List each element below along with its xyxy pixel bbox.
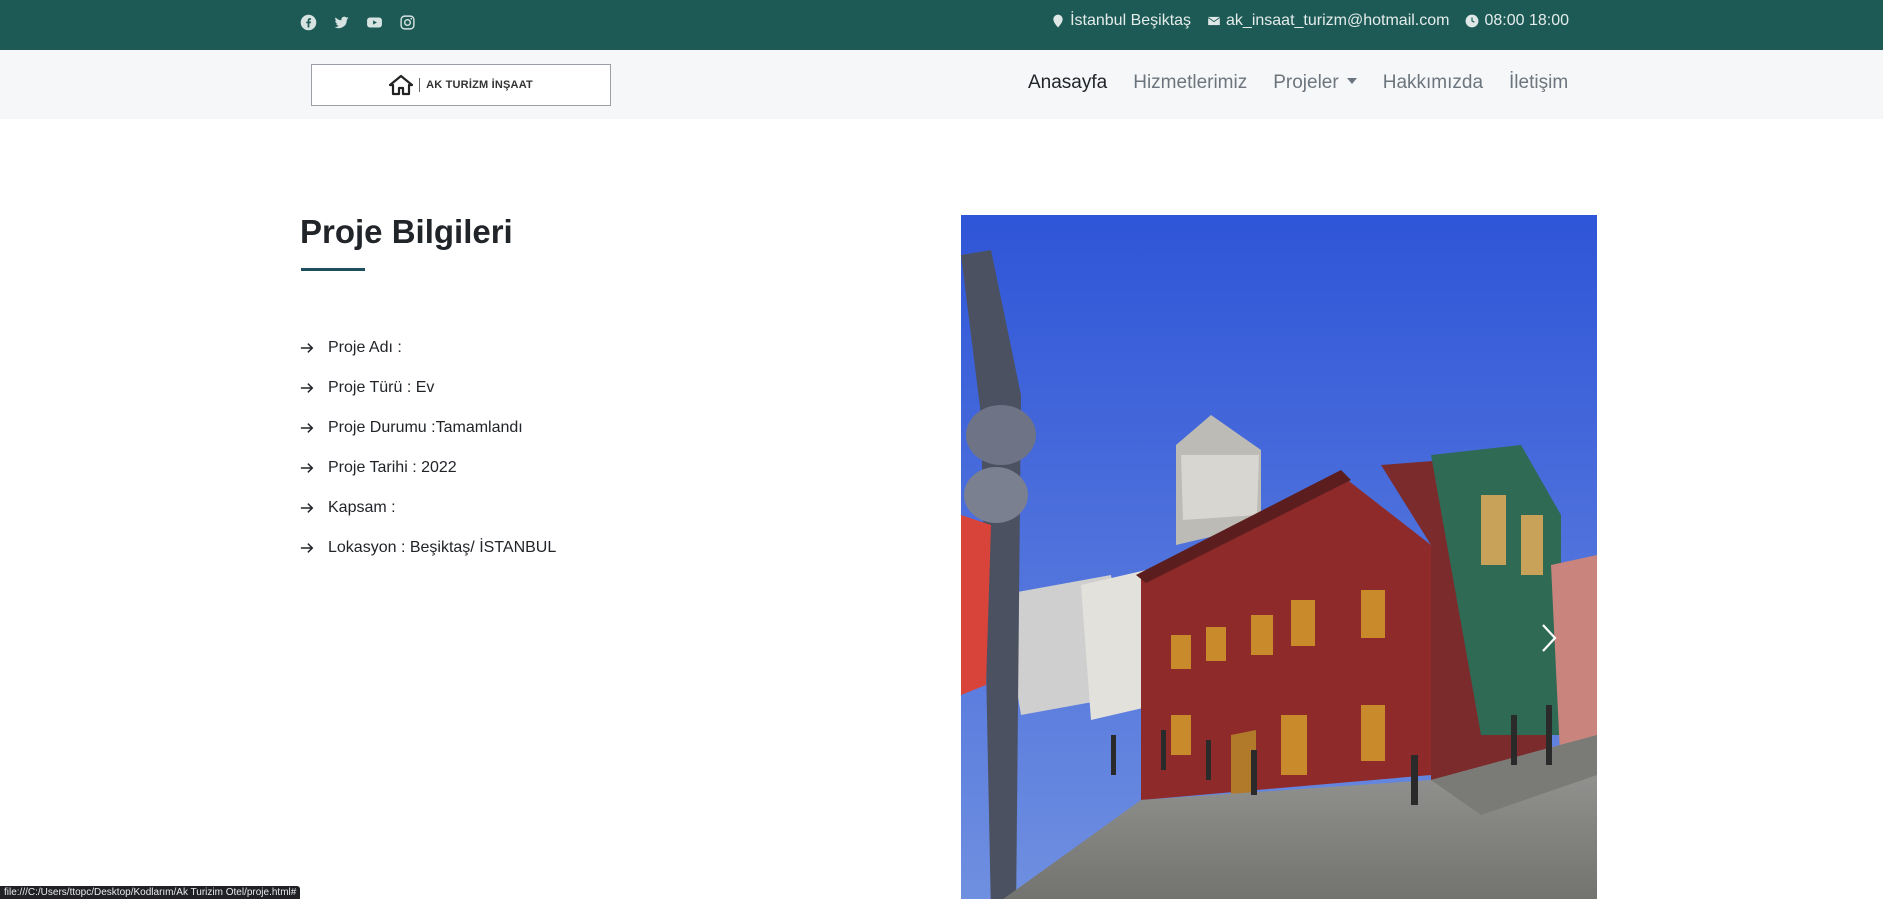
list-item: Proje Durumu :Tamamlandı: [300, 408, 556, 448]
twitter-icon[interactable]: [332, 13, 351, 32]
email-item[interactable]: ak_insaat_turizm@hotmail.com: [1207, 12, 1449, 30]
detail-project-date: Proje Tarihi : 2022: [328, 459, 457, 476]
arrow-right-icon: [300, 343, 314, 353]
location-text: İstanbul Beşiktaş: [1070, 12, 1192, 29]
detail-project-name: Proje Adı :: [328, 339, 402, 356]
detail-location: Lokasyon : Beşiktaş/ İSTANBUL: [328, 539, 557, 556]
location-item: İstanbul Beşiktaş: [1051, 12, 1191, 30]
project-photo: [961, 215, 1597, 899]
arrow-right-icon: [300, 383, 314, 393]
email-text: ak_insaat_turizm@hotmail.com: [1226, 12, 1450, 29]
contact-info: İstanbul Beşiktaş ak_insaat_turizm@hotma…: [1051, 12, 1569, 30]
arrow-right-icon: [300, 423, 314, 433]
social-links: [299, 13, 417, 32]
map-marker-icon: [1053, 14, 1063, 28]
list-item: Proje Tarihi : 2022: [300, 448, 556, 488]
arrow-right-icon: [300, 463, 314, 473]
list-item: Proje Adı :: [300, 328, 556, 368]
page-title: Proje Bilgileri: [300, 213, 513, 250]
nav-iletisim[interactable]: İletişim: [1509, 72, 1568, 94]
top-bar: İstanbul Beşiktaş ak_insaat_turizm@hotma…: [0, 0, 1883, 50]
detail-project-status: Proje Durumu :Tamamlandı: [328, 419, 523, 436]
nav-hakkimizda[interactable]: Hakkımızda: [1383, 72, 1483, 94]
nav-anasayfa[interactable]: Anasayfa: [1028, 72, 1107, 94]
nav-hizmetlerimiz[interactable]: Hizmetlerimiz: [1133, 72, 1247, 94]
instagram-icon[interactable]: [398, 13, 417, 32]
hours-item: 08:00 18:00: [1465, 12, 1569, 30]
browser-status-bar: file:///C:/Users/ttopc/Desktop/Kodlarım/…: [0, 886, 301, 899]
facebook-icon[interactable]: [299, 13, 318, 32]
house-icon: [389, 74, 414, 96]
project-carousel: [961, 215, 1597, 899]
hours-text: 08:00 18:00: [1484, 12, 1569, 29]
youtube-icon[interactable]: [365, 13, 384, 32]
logo[interactable]: AK TURİZM İNŞAAT: [311, 64, 611, 106]
nav-projeler-dropdown[interactable]: Projeler: [1273, 72, 1356, 94]
carousel-next-button[interactable]: [1535, 621, 1563, 655]
envelope-icon: [1207, 16, 1221, 26]
title-underline: [301, 268, 365, 271]
main-menu: Anasayfa Hizmetlerimiz Projeler Hakkımız…: [1028, 72, 1568, 94]
logo-divider: [419, 78, 421, 92]
logo-text: AK TURİZM İNŞAAT: [426, 79, 533, 91]
navbar: AK TURİZM İNŞAAT Anasayfa Hizmetlerimiz …: [0, 50, 1883, 119]
list-item: Kapsam :: [300, 488, 556, 528]
arrow-right-icon: [300, 503, 314, 513]
list-item: Lokasyon : Beşiktaş/ İSTANBUL: [300, 528, 556, 568]
chevron-right-icon: [1542, 624, 1557, 652]
detail-scope: Kapsam :: [328, 499, 396, 516]
list-item: Proje Türü : Ev: [300, 368, 556, 408]
clock-icon: [1466, 14, 1479, 28]
project-details-list: Proje Adı : Proje Türü : Ev Proje Durumu…: [300, 328, 556, 568]
arrow-right-icon: [300, 543, 314, 553]
detail-project-type: Proje Türü : Ev: [328, 379, 435, 396]
